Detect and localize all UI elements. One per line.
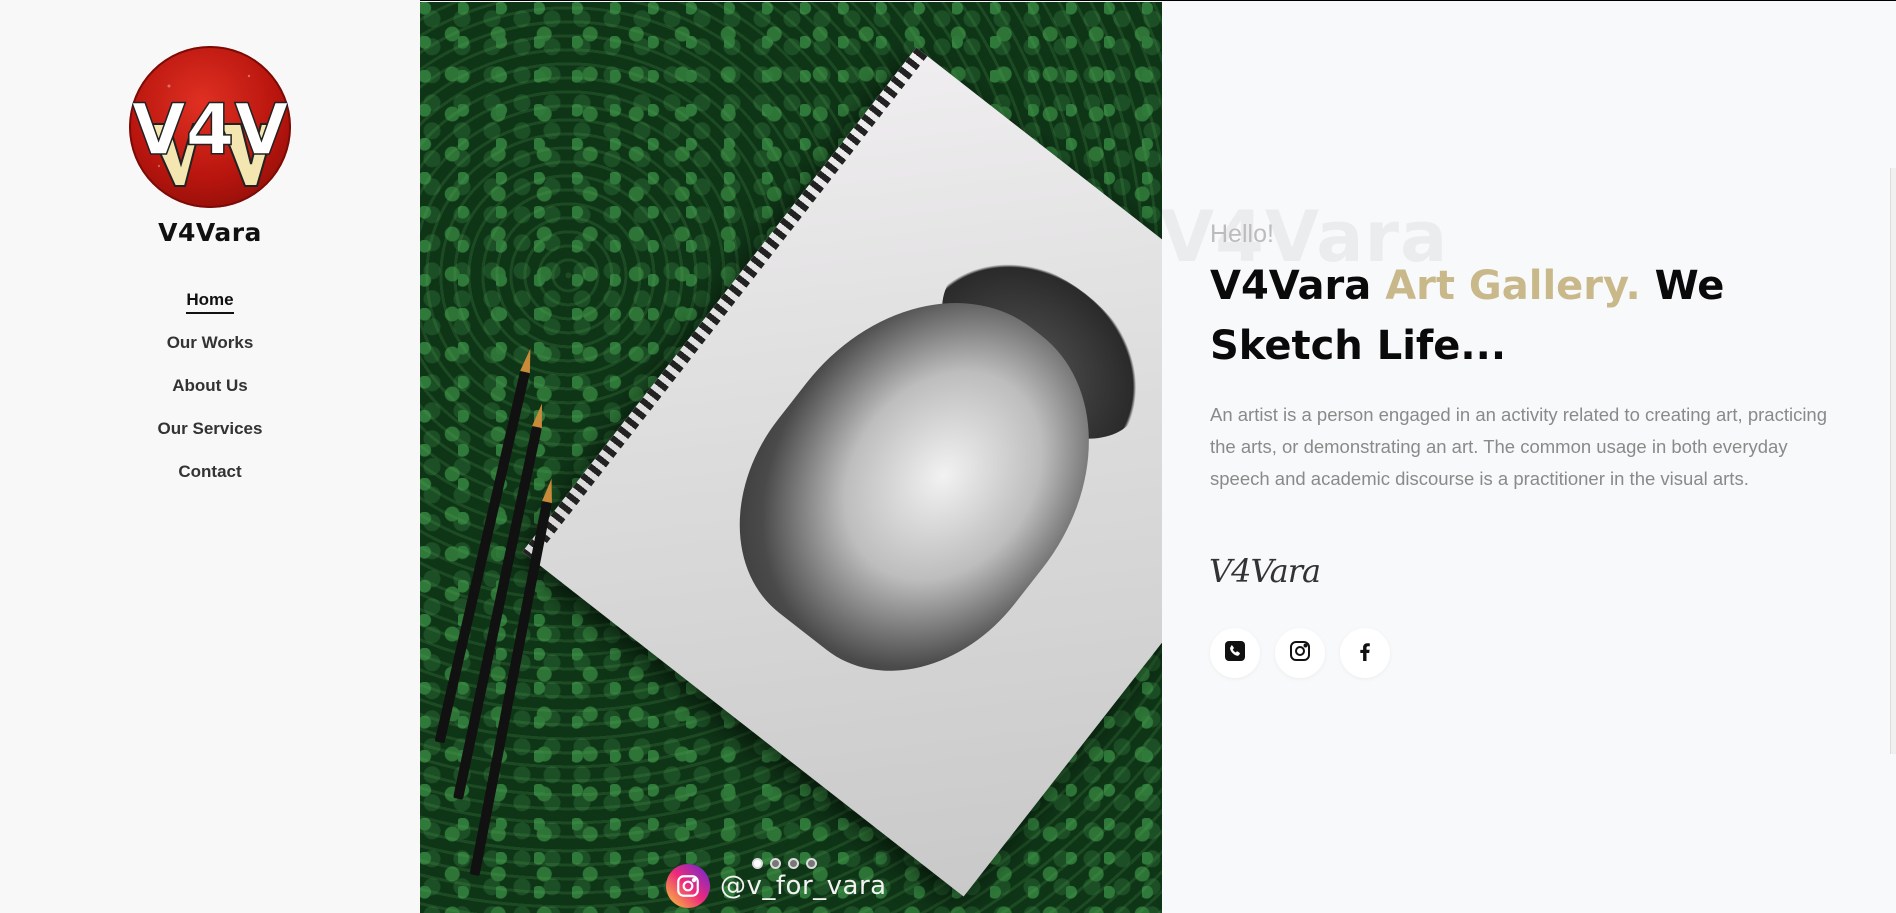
phone-icon [1223, 639, 1247, 667]
headline-part-1: V4Vara [1210, 263, 1386, 309]
hero-slider[interactable]: @v_for_vara [420, 2, 1162, 913]
logo-text: V4V [131, 89, 288, 171]
scrollbar-track[interactable] [1890, 168, 1896, 754]
instagram-button[interactable] [1275, 628, 1325, 678]
main-nav: Home Our Works About Us Our Services Con… [0, 290, 420, 505]
instagram-badge-icon [666, 864, 710, 908]
brand-name: V4Vara [158, 218, 262, 247]
page-headline: V4Vara Art Gallery. We Sketch Life... [1210, 256, 1850, 376]
facebook-button[interactable] [1340, 628, 1390, 678]
instagram-tag: @v_for_vara [666, 864, 887, 908]
nav-item-home: Home [0, 290, 420, 333]
headline-highlight: Art Gallery. [1385, 263, 1641, 309]
facebook-icon [1353, 639, 1377, 667]
nav-item-our-works: Our Works [0, 333, 420, 376]
instagram-handle: @v_for_vara [720, 871, 887, 901]
nav-link-home[interactable]: Home [186, 290, 234, 314]
brand-logo[interactable]: V4V [129, 46, 291, 208]
nav-link-our-works[interactable]: Our Works [167, 333, 254, 355]
instagram-icon [1288, 639, 1312, 667]
nav-item-about-us: About Us [0, 376, 420, 419]
intro-description: An artist is a person engaged in an acti… [1210, 404, 1828, 489]
nav-item-our-services: Our Services [0, 419, 420, 462]
phone-button[interactable] [1210, 628, 1260, 678]
nav-link-contact[interactable]: Contact [178, 462, 241, 484]
nav-link-our-services[interactable]: Our Services [158, 419, 263, 441]
sidebar: V4V V4Vara Home Our Works About Us Our S… [0, 0, 420, 913]
nav-link-about-us[interactable]: About Us [172, 376, 248, 398]
greeting: Hello! [1210, 220, 1274, 248]
logo-graphic: V4V [129, 46, 291, 208]
nav-item-contact: Contact [0, 462, 420, 505]
social-links [1210, 628, 1390, 678]
signature: V4Vara [1209, 552, 1321, 590]
